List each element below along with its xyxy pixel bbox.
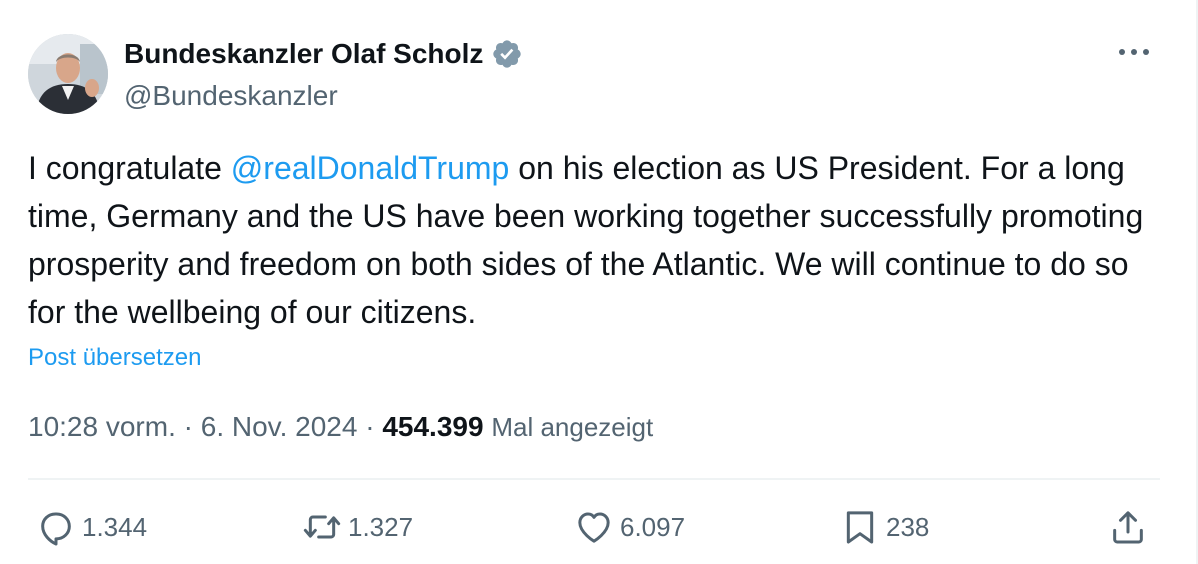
timestamp-date[interactable]: 6. Nov. 2024 [201,411,358,442]
translate-link[interactable]: Post übersetzen [28,342,201,374]
retweet-count: 1.327 [348,511,414,542]
display-name-text: Bundeskanzler Olaf Scholz [124,38,484,69]
avatar[interactable] [28,34,108,114]
tweet-meta: 10:28 vorm. · 6. Nov. 2024 · 454.399 Mal… [28,408,653,446]
timestamp-time[interactable]: 10:28 vorm. [28,411,176,442]
tweet-text-before: I congratulate [28,150,231,186]
share-icon [1113,511,1143,544]
meta-separator: · [175,411,201,442]
reply-button[interactable]: 1.344 [36,506,147,548]
verified-icon[interactable] [491,38,523,70]
bookmark-count: 238 [886,511,930,542]
reply-icon [41,512,71,546]
views-label: Mal angezeigt [491,412,654,442]
meta-separator: · [357,411,383,442]
tweet-card: Bundeskanzler Olaf Scholz @Bundeskanzler… [0,0,1198,564]
like-button[interactable]: 6.097 [574,506,685,548]
bookmark-icon [846,511,874,544]
like-icon [578,512,610,543]
bookmark-button[interactable]: 238 [840,506,929,548]
retweet-icon [303,515,341,539]
like-count: 6.097 [620,511,686,542]
retweet-button[interactable]: 1.327 [302,506,413,548]
more-button[interactable] [1114,40,1154,64]
handle[interactable]: @Bundeskanzler [124,78,338,114]
display-name[interactable]: Bundeskanzler Olaf Scholz [124,36,523,72]
share-button[interactable] [1108,506,1154,548]
mention-link[interactable]: @realDonaldTrump [231,150,510,186]
tweet-text: I congratulate @realDonaldTrump on his e… [28,144,1168,336]
divider [28,478,1160,480]
more-icon [1119,49,1149,55]
views-count: 454.399 [382,411,484,442]
reply-count: 1.344 [82,511,148,542]
